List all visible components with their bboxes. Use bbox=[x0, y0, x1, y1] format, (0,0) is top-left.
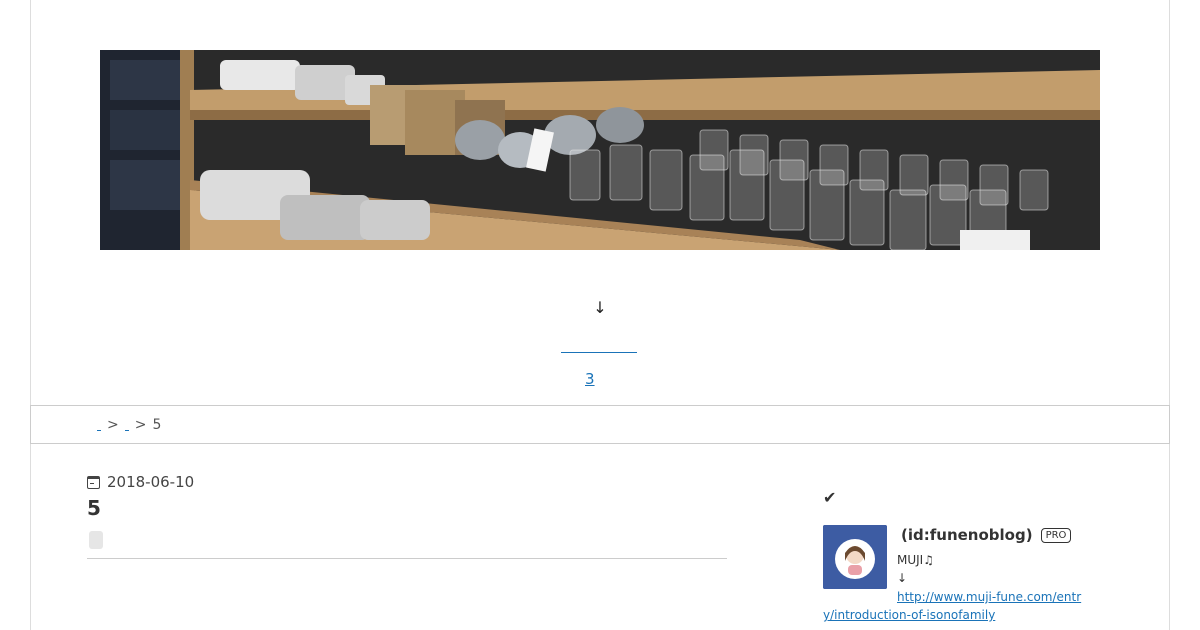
calendar-icon bbox=[87, 475, 100, 489]
author-id: (id:funenoblog) bbox=[901, 526, 1033, 544]
store-shelf-image bbox=[100, 50, 1100, 250]
category-tag[interactable] bbox=[89, 531, 103, 549]
profile-url-link[interactable]: http://www.muji-fune.com/entry/introduct… bbox=[823, 588, 1085, 624]
author-name[interactable]: (id:funenoblog) PRO bbox=[901, 526, 1072, 544]
article-date-row: 2018-06-10 bbox=[87, 473, 194, 491]
avatar[interactable] bbox=[823, 525, 887, 589]
promo-link[interactable] bbox=[561, 336, 637, 353]
count-link[interactable]: 3 bbox=[585, 370, 609, 388]
profile-arrow: ↓ bbox=[897, 571, 908, 585]
breadcrumb-home-link[interactable] bbox=[97, 416, 101, 431]
article-title[interactable]: 5 bbox=[87, 496, 101, 520]
breadcrumb-separator: > bbox=[107, 417, 119, 433]
breadcrumb-category-link[interactable] bbox=[124, 416, 129, 431]
hero-image[interactable] bbox=[100, 50, 1100, 250]
breadcrumb-inner: > >5 bbox=[97, 416, 161, 433]
check-icon: ✔ bbox=[823, 488, 837, 507]
breadcrumb-separator: > bbox=[134, 417, 147, 433]
profile-text: MUJI♫ bbox=[897, 553, 934, 567]
down-arrow: ↓ bbox=[593, 298, 607, 317]
pro-badge: PRO bbox=[1040, 528, 1072, 543]
article-divider bbox=[87, 558, 727, 559]
breadcrumb: > >5 bbox=[30, 405, 1170, 444]
article-date[interactable]: 2018-06-10 bbox=[107, 473, 194, 491]
avatar-illustration bbox=[823, 525, 887, 589]
breadcrumb-current: 5 bbox=[152, 417, 162, 433]
count-link-number: 3 bbox=[585, 370, 595, 388]
